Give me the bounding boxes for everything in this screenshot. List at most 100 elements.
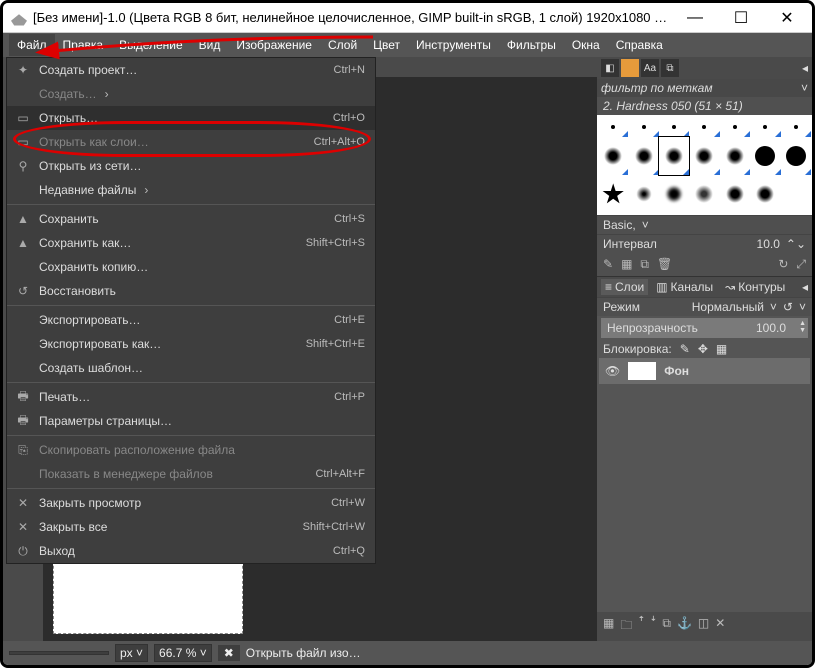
menu-item-label: Сохранить как…	[39, 236, 306, 250]
menu-item[interactable]: Сохранить копию…	[7, 255, 375, 279]
brush-tag-filter[interactable]: фильтр по меткам ˅	[597, 79, 812, 97]
brush-actions: ✎ ▦ ⧉ 🗑 ↻ ⤢	[597, 253, 812, 276]
menu-item[interactable]: ✦Создать проект…Ctrl+N	[7, 58, 375, 82]
duplicate-layer-icon[interactable]: ⧉	[662, 616, 671, 637]
tab-paths[interactable]: ↝Контуры	[721, 279, 789, 295]
menu-item-icon: ⏻	[13, 543, 33, 559]
chevron-down-icon[interactable]: ˅	[801, 81, 808, 95]
font-tab-icon[interactable]: Aa	[641, 59, 659, 77]
stepper-icon[interactable]: ▲▼	[799, 320, 806, 334]
layer-mode-row[interactable]: Режим Нормальный ˅ ↺ ˅	[597, 297, 812, 316]
raise-layer-icon[interactable]: ꜛ	[638, 616, 644, 637]
brush-tab-icon[interactable]: ◧	[601, 59, 619, 77]
menu-фильтры[interactable]: Фильтры	[499, 34, 564, 56]
interval-value: 10.0	[757, 237, 780, 251]
menu-item[interactable]: ▭Открыть…Ctrl+O	[7, 106, 375, 130]
menu-item-icon: 🖶	[13, 389, 33, 405]
stepper-icon[interactable]: ⌃⌄	[786, 237, 806, 251]
menu-item[interactable]: ✕Закрыть просмотрCtrl+W	[7, 491, 375, 515]
menu-справка[interactable]: Справка	[608, 34, 671, 56]
status-cancel-button[interactable]: ✖	[218, 645, 240, 661]
statusbar: px ˅ 66.7 % ˅ ✖ Открыть файл изо…	[3, 641, 812, 665]
chevron-down-icon[interactable]: ˅	[770, 300, 777, 314]
menu-item-label: Выход	[39, 544, 333, 558]
menu-item-shortcut: Ctrl+N	[334, 64, 365, 76]
menu-правка[interactable]: Правка	[55, 34, 112, 56]
unit-selector[interactable]: px ˅	[115, 644, 148, 662]
maximize-button[interactable]: ☐	[718, 3, 764, 33]
menu-файл[interactable]: Файл	[9, 34, 55, 56]
tab-layers[interactable]: ≡Слои	[601, 279, 648, 295]
brush-interval-field[interactable]: Интервал 10.0 ⌃⌄	[597, 234, 812, 253]
menu-item[interactable]: ⚲Открыть из сети…	[7, 154, 375, 178]
brush-active-name: 2. Hardness 050 (51 × 51)	[597, 97, 812, 115]
menu-изображение[interactable]: Изображение	[228, 34, 320, 56]
menu-item-icon: ✕	[13, 495, 33, 511]
menu-item-label: Открыть…	[39, 111, 333, 125]
delete-brush-icon[interactable]: 🗑	[657, 257, 672, 272]
mask-layer-icon[interactable]: ◫	[698, 616, 709, 637]
menu-item-icon	[13, 336, 33, 352]
mode-label: Режим	[603, 300, 640, 314]
menu-item[interactable]: ↺Восстановить	[7, 279, 375, 303]
menu-item-icon: ⎘	[13, 442, 33, 458]
new-layer-icon[interactable]: ▦	[603, 616, 614, 637]
mode-value: Нормальный	[692, 300, 764, 314]
menu-item[interactable]: ✕Закрыть всеShift+Ctrl+W	[7, 515, 375, 539]
menu-цвет[interactable]: Цвет	[365, 34, 408, 56]
menu-item[interactable]: Создать шаблон…	[7, 356, 375, 380]
layer-row[interactable]: 👁 Фон	[599, 358, 810, 384]
duplicate-brush-icon[interactable]: ⧉	[640, 257, 649, 272]
chevron-down-icon[interactable]: ˅	[799, 300, 806, 314]
delete-layer-icon[interactable]: ✕	[715, 616, 725, 637]
menu-вид[interactable]: Вид	[191, 34, 229, 56]
menu-item[interactable]: Недавние файлы	[7, 178, 375, 202]
mode-reset-icon[interactable]: ↺	[783, 300, 793, 314]
menu-item[interactable]: 🖶Параметры страницы…	[7, 409, 375, 433]
panel-collapse-icon[interactable]: ◂	[802, 61, 808, 75]
close-button[interactable]: ✕	[764, 3, 810, 33]
history-tab-icon[interactable]: ⧉	[661, 59, 679, 77]
minimize-button[interactable]: —	[672, 3, 718, 33]
chevron-down-icon: ˅	[642, 218, 649, 232]
lock-paint-icon[interactable]: ✎	[680, 342, 690, 356]
menu-item[interactable]: ⏻ВыходCtrl+Q	[7, 539, 375, 563]
menu-item[interactable]: ▲СохранитьCtrl+S	[7, 207, 375, 231]
menu-item-icon: ▲	[13, 235, 33, 251]
lock-alpha-icon[interactable]: ▦	[716, 342, 727, 356]
menu-item[interactable]: Экспортировать…Ctrl+E	[7, 308, 375, 332]
layer-opacity-slider[interactable]: Непрозрачность 100.0 ▲▼	[601, 318, 808, 338]
menu-окна[interactable]: Окна	[564, 34, 608, 56]
menu-item[interactable]: Экспортировать как…Shift+Ctrl+E	[7, 332, 375, 356]
brush-selected[interactable]	[659, 137, 689, 174]
menu-item-label: Создать проект…	[39, 63, 334, 77]
brush-preset-selector[interactable]: Basic, ˅	[597, 215, 812, 234]
menu-item-icon: ▭	[13, 134, 33, 150]
zoom-selector[interactable]: 66.7 % ˅	[154, 644, 212, 662]
lock-label: Блокировка:	[603, 342, 672, 356]
visibility-icon[interactable]: 👁	[605, 364, 620, 378]
menu-item[interactable]: ▲Сохранить как…Shift+Ctrl+S	[7, 231, 375, 255]
menu-item[interactable]: 🖶Печать…Ctrl+P	[7, 385, 375, 409]
new-group-icon[interactable]: 🗀	[620, 616, 632, 637]
menu-item-icon	[13, 259, 33, 275]
brush-grid[interactable]	[597, 115, 812, 215]
menu-инструменты[interactable]: Инструменты	[408, 34, 499, 56]
refresh-brush-icon[interactable]: ↻	[778, 257, 788, 272]
layer-name[interactable]: Фон	[664, 364, 689, 378]
lock-position-icon[interactable]: ✥	[698, 342, 708, 356]
menu-выделение[interactable]: Выделение	[111, 34, 191, 56]
lower-layer-icon[interactable]: ꜜ	[650, 616, 656, 637]
layers-icon: ≡	[605, 280, 612, 294]
menu-слой[interactable]: Слой	[320, 34, 365, 56]
merge-layer-icon[interactable]: ⚓	[677, 616, 692, 637]
new-brush-icon[interactable]: ▦	[621, 257, 632, 272]
menu-separator	[7, 204, 375, 205]
menubar: ФайлПравкаВыделениеВидИзображениеСлойЦве…	[3, 33, 812, 57]
open-brush-icon[interactable]: ⤢	[796, 257, 806, 272]
edit-brush-icon[interactable]: ✎	[603, 257, 613, 272]
titlebar: [Без имени]-1.0 (Цвета RGB 8 бит, нелине…	[3, 3, 812, 33]
panel-collapse-icon[interactable]: ◂	[802, 280, 808, 294]
pattern-tab-icon[interactable]	[621, 59, 639, 77]
tab-channels[interactable]: ▥Каналы	[652, 279, 717, 295]
